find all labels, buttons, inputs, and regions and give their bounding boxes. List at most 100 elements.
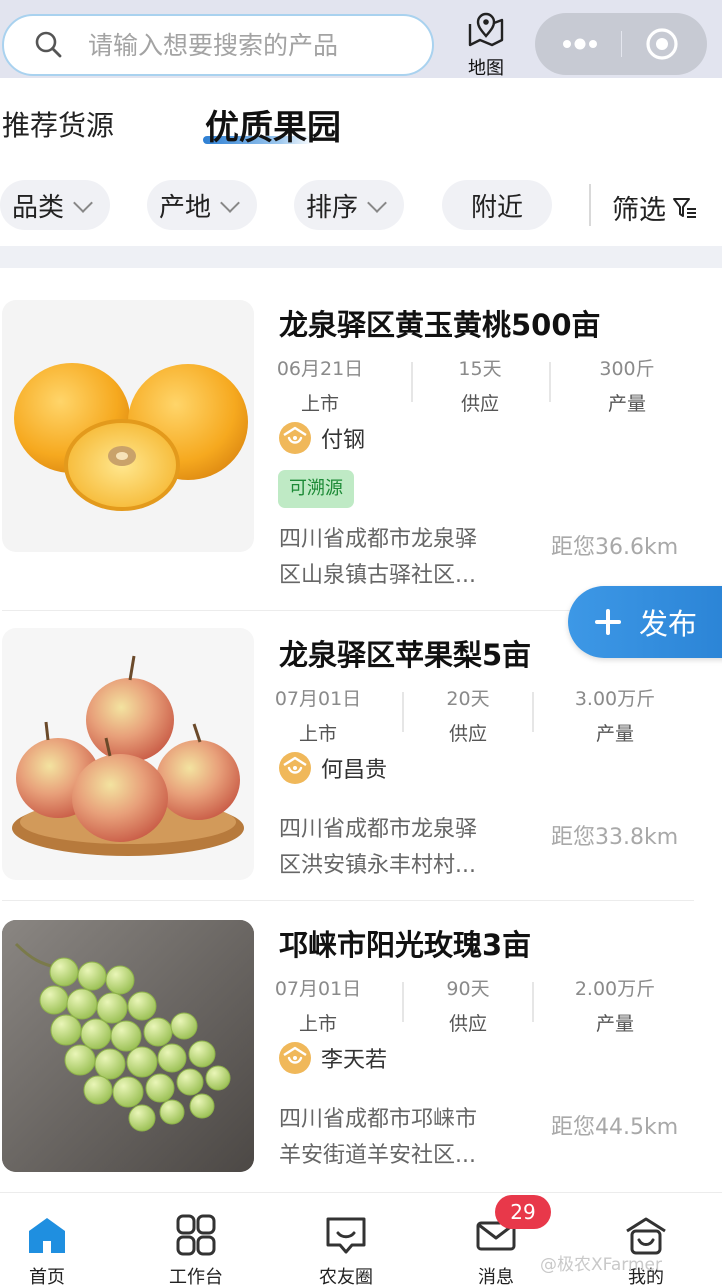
nav-workbench-label: 工作台 bbox=[169, 1267, 223, 1286]
listing-owner-name: 李天若 bbox=[321, 1048, 388, 1073]
miniapp-capsule bbox=[535, 13, 707, 75]
listing-card[interactable]: 邛崃市阳光玫瑰3亩 07月01日 上市 90天 供应 2.00万斤 产量 李天若… bbox=[0, 900, 722, 1190]
orchard-list: 龙泉驿区黄玉黄桃500亩 06月21日 上市 15天 供应 300斤 产量 付钢… bbox=[0, 268, 722, 1188]
card-divider bbox=[2, 900, 694, 901]
traceable-badge: 可溯源 bbox=[278, 470, 354, 508]
map-label: 地图 bbox=[468, 58, 504, 79]
listing-owner-name: 付钢 bbox=[321, 428, 366, 453]
home-icon bbox=[25, 1213, 69, 1257]
map-button[interactable]: 地图 bbox=[462, 12, 510, 79]
publish-button[interactable]: 发布 bbox=[568, 586, 722, 658]
apple-pear-image bbox=[2, 628, 254, 880]
source-tabs: 推荐货源 优质果园 bbox=[0, 78, 722, 170]
more-options-icon[interactable] bbox=[557, 33, 607, 55]
listing-owner: 付钢 bbox=[279, 422, 365, 454]
listing-title: 龙泉驿区苹果梨5亩 bbox=[279, 638, 532, 672]
filter-bar: 品类 产地 排序 附近 筛选 bbox=[0, 170, 722, 246]
listing-distance: 距您36.6km bbox=[551, 535, 679, 560]
nav-farmer-circle[interactable]: 农友圈 bbox=[296, 1193, 396, 1286]
tab-recommended-sources[interactable]: 推荐货源 bbox=[2, 104, 114, 144]
listing-address-line-2: 羊安街道羊安社区... bbox=[279, 1143, 476, 1168]
screen-filter-button[interactable]: 筛选 bbox=[612, 188, 698, 227]
listing-address: 四川省成都市邛崃市 羊安街道羊安社区... bbox=[279, 1102, 519, 1174]
listing-date-stat: 07月01日 上市 bbox=[253, 684, 383, 746]
listing-yield: 3.00万斤 bbox=[574, 688, 656, 710]
filter-sort-label: 排序 bbox=[306, 192, 359, 223]
listing-distance: 距您44.5km bbox=[551, 1115, 679, 1140]
search-box[interactable] bbox=[2, 14, 434, 76]
listing-yield-stat: 300斤 产量 bbox=[562, 354, 692, 416]
farmer-avatar-icon bbox=[279, 752, 311, 784]
search-icon bbox=[34, 30, 64, 60]
filter-category[interactable]: 品类 bbox=[0, 180, 110, 230]
listing-date: 07月01日 bbox=[274, 978, 362, 1000]
listing-card[interactable]: 龙泉驿区黄玉黄桃500亩 06月21日 上市 15天 供应 300斤 产量 付钢… bbox=[0, 268, 722, 588]
listing-supply-label: 供应 bbox=[448, 723, 487, 745]
listing-title: 邛崃市阳光玫瑰3亩 bbox=[279, 928, 532, 962]
listing-date-stat: 07月01日 上市 bbox=[253, 974, 383, 1036]
farmer-avatar-icon bbox=[279, 1042, 311, 1074]
capsule-divider bbox=[621, 31, 622, 57]
listing-address-line-2: 区洪安镇永丰村村... bbox=[279, 853, 476, 878]
listing-date-label: 上市 bbox=[298, 723, 337, 745]
filter-divider bbox=[589, 184, 591, 226]
listing-yield-label: 产量 bbox=[595, 723, 634, 745]
listing-yield: 2.00万斤 bbox=[574, 978, 656, 1000]
listing-supply: 15天 bbox=[458, 358, 502, 380]
stat-divider bbox=[532, 982, 534, 1022]
nav-home-label: 首页 bbox=[29, 1267, 65, 1286]
listing-address: 四川省成都市龙泉驿 区洪安镇永丰村村... bbox=[279, 812, 519, 884]
listing-date: 07月01日 bbox=[274, 688, 362, 710]
listing-distance: 距您33.8km bbox=[551, 825, 679, 850]
publish-label: 发布 bbox=[639, 607, 698, 641]
listing-yield-stat: 3.00万斤 产量 bbox=[550, 684, 680, 746]
tab-quality-orchards[interactable]: 优质果园 bbox=[205, 100, 341, 149]
farmer-avatar-icon bbox=[279, 422, 311, 454]
listing-address-line-1: 四川省成都市龙泉驿 bbox=[279, 817, 478, 842]
listing-address: 四川省成都市龙泉驿 区山泉镇古驿社区... bbox=[279, 522, 519, 594]
funnel-icon bbox=[672, 196, 698, 220]
nav-messages-label: 消息 bbox=[478, 1267, 514, 1286]
map-pin-icon bbox=[467, 12, 505, 52]
filter-sort[interactable]: 排序 bbox=[294, 180, 404, 230]
filter-nearby-label: 附近 bbox=[470, 192, 523, 223]
nav-farmer-circle-label: 农友圈 bbox=[319, 1267, 373, 1286]
listing-date-stat: 06月21日 上市 bbox=[255, 354, 385, 416]
listing-supply: 90天 bbox=[446, 978, 490, 1000]
listing-yield-stat: 2.00万斤 产量 bbox=[550, 974, 680, 1036]
yellow-peach-image bbox=[2, 300, 254, 552]
listing-supply-stat: 20天 供应 bbox=[403, 684, 533, 746]
messages-unread-badge: 29 bbox=[495, 1195, 551, 1229]
listing-supply: 20天 bbox=[446, 688, 490, 710]
listing-yield-label: 产量 bbox=[595, 1013, 634, 1035]
section-gap bbox=[0, 246, 722, 268]
chevron-down-icon bbox=[72, 194, 94, 216]
listing-yield: 300斤 bbox=[599, 358, 655, 380]
filter-nearby[interactable]: 附近 bbox=[442, 180, 552, 230]
listing-date-label: 上市 bbox=[300, 393, 339, 415]
listing-date-label: 上市 bbox=[298, 1013, 337, 1035]
listing-supply-label: 供应 bbox=[448, 1013, 487, 1035]
filter-category-label: 品类 bbox=[12, 192, 65, 223]
listing-supply-label: 供应 bbox=[460, 393, 499, 415]
listing-date: 06月21日 bbox=[276, 358, 364, 380]
search-input[interactable] bbox=[88, 30, 408, 60]
screen-filter-label: 筛选 bbox=[612, 195, 666, 226]
listing-address-line-2: 区山泉镇古驿社区... bbox=[279, 563, 476, 588]
stat-divider bbox=[532, 692, 534, 732]
listing-address-line-1: 四川省成都市龙泉驿 bbox=[279, 527, 478, 552]
chevron-down-icon bbox=[219, 194, 241, 216]
listing-owner-name: 何昌贵 bbox=[321, 758, 388, 783]
nav-workbench[interactable]: 工作台 bbox=[146, 1193, 246, 1286]
listing-address-line-1: 四川省成都市邛崃市 bbox=[279, 1107, 478, 1132]
filter-origin-label: 产地 bbox=[159, 192, 212, 223]
stat-divider bbox=[549, 362, 551, 402]
nav-home[interactable]: 首页 bbox=[0, 1193, 97, 1286]
green-grapes-image bbox=[2, 920, 254, 1172]
top-bar: 地图 bbox=[0, 0, 722, 79]
filter-origin[interactable]: 产地 bbox=[147, 180, 257, 230]
watermark: @极农XFarmer bbox=[540, 1255, 662, 1275]
close-miniapp-icon[interactable] bbox=[645, 27, 679, 61]
chevron-down-icon bbox=[366, 194, 388, 216]
grid-icon bbox=[174, 1213, 218, 1257]
